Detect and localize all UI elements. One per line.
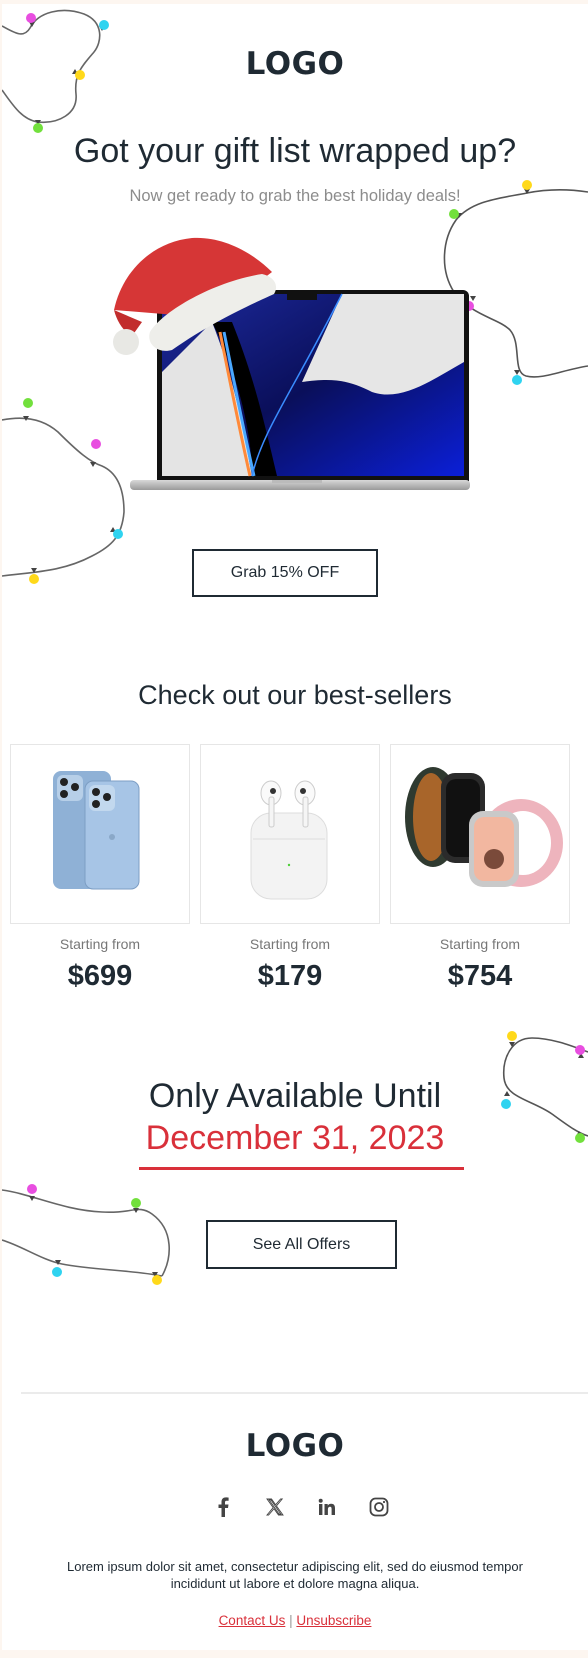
hero-laptop-image — [113, 237, 470, 490]
footer-links: Contact Us | Unsubscribe — [2, 1613, 588, 1628]
product-card-earbuds[interactable] — [200, 744, 380, 924]
unsubscribe-link[interactable]: Unsubscribe — [296, 1613, 371, 1628]
product-card-watch[interactable] — [390, 744, 570, 924]
contact-us-link[interactable]: Contact Us — [219, 1613, 286, 1628]
deadline-date: December 31, 2023 — [145, 1119, 445, 1157]
string-lights-left-lower — [2, 1184, 170, 1285]
grab-discount-button[interactable]: Grab 15% OFF — [192, 549, 378, 597]
earbuds-product-image — [250, 780, 328, 900]
see-all-offers-button[interactable]: See All Offers — [206, 1220, 397, 1269]
facebook-icon[interactable] — [210, 1494, 236, 1520]
product-caption: Starting from — [59, 936, 141, 952]
footer-divider — [21, 1392, 588, 1394]
availability-heading: Only Available Until — [148, 1077, 442, 1115]
headline: Got your gift list wrapped up? — [73, 132, 517, 170]
bestsellers-title: Check out our best-sellers — [138, 680, 452, 710]
product-price: $754 — [447, 960, 513, 992]
email-container: LOGO Got your gift list wrapped up? Now … — [2, 4, 588, 1650]
product-price: $699 — [67, 960, 133, 992]
product-caption: Starting from — [249, 936, 331, 952]
footer-logo[interactable]: LOGO — [2, 1428, 588, 1464]
date-underline — [139, 1167, 464, 1170]
footer-description: Lorem ipsum dolor sit amet, consectetur … — [67, 1559, 523, 1591]
product-card-phone[interactable] — [10, 744, 190, 924]
instagram-icon[interactable] — [366, 1494, 392, 1520]
header-logo[interactable]: LOGO — [2, 46, 588, 82]
phone-product-image — [53, 771, 140, 890]
link-separator: | — [289, 1613, 293, 1628]
watch-product-image — [405, 767, 563, 887]
subheadline: Now get ready to grab the best holiday d… — [129, 187, 461, 205]
x-twitter-icon[interactable] — [262, 1494, 288, 1520]
product-caption: Starting from — [439, 936, 521, 952]
product-price: $179 — [257, 960, 323, 992]
linkedin-icon[interactable] — [314, 1494, 340, 1520]
